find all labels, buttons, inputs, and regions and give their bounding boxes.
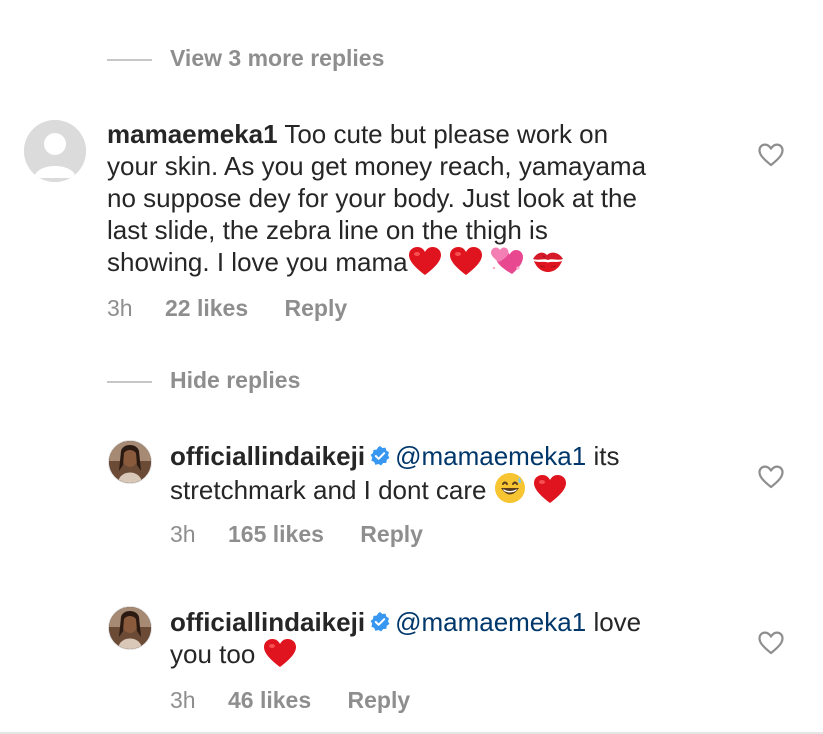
profile-photo-icon bbox=[109, 607, 151, 649]
reply-reply-button[interactable]: Reply bbox=[348, 687, 411, 713]
reply-likes-count[interactable]: 165 likes bbox=[228, 521, 324, 547]
comment-username[interactable]: mamaemeka1 bbox=[107, 119, 278, 149]
heart-emoji-icon bbox=[449, 246, 483, 283]
comment-text-line: last slide, the zebra line on the thigh … bbox=[107, 215, 548, 245]
reply-body: officiallindaikeji @mamaemeka1 love you … bbox=[170, 606, 730, 675]
reply-meta: 3h 165 likes Reply bbox=[170, 521, 423, 548]
reply-meta: 3h 46 likes Reply bbox=[170, 687, 410, 714]
avatar[interactable] bbox=[24, 120, 86, 182]
verified-badge-icon bbox=[369, 442, 391, 466]
comment-text-line: no suppose dey for your body. Just look … bbox=[107, 183, 637, 213]
reply-like-button[interactable] bbox=[758, 465, 784, 494]
reply-body: officiallindaikeji @mamaemeka1 its stret… bbox=[170, 440, 730, 511]
reply-reply-button[interactable]: Reply bbox=[360, 521, 423, 547]
view-more-replies-button[interactable]: View 3 more replies bbox=[170, 45, 384, 72]
hide-replies-button[interactable]: Hide replies bbox=[170, 367, 300, 394]
thread-divider-line bbox=[107, 381, 152, 383]
comment-reply-button[interactable]: Reply bbox=[285, 295, 348, 321]
reply-text-line: love bbox=[593, 607, 642, 637]
verified-badge-icon bbox=[369, 608, 391, 632]
avatar[interactable] bbox=[108, 606, 152, 650]
heart-emoji-icon bbox=[408, 246, 442, 283]
comment-text-line: your skin. As you get money reach, yamay… bbox=[107, 151, 647, 181]
reply-text-line: you too bbox=[170, 639, 256, 669]
reply-like-button[interactable] bbox=[758, 631, 784, 660]
profile-photo-icon bbox=[109, 441, 151, 483]
kiss-mark-emoji-icon bbox=[531, 246, 565, 283]
comment-likes-count[interactable]: 22 likes bbox=[165, 295, 248, 321]
reply-mention-link[interactable]: @mamaemeka1 bbox=[395, 607, 586, 637]
two-hearts-emoji-icon bbox=[490, 246, 524, 283]
heart-outline-icon bbox=[758, 143, 784, 167]
heart-emoji-icon bbox=[263, 638, 297, 675]
avatar[interactable] bbox=[108, 440, 152, 484]
comment-text-line: showing. I love you mama bbox=[107, 247, 408, 277]
comment-timestamp[interactable]: 3h bbox=[107, 295, 133, 321]
reply-text-line: its bbox=[593, 441, 620, 471]
heart-outline-icon bbox=[758, 631, 784, 655]
reply-text-line: stretchmark and I dont care bbox=[170, 475, 487, 505]
comment-like-button[interactable] bbox=[758, 143, 784, 172]
reply-mention-link[interactable]: @mamaemeka1 bbox=[395, 441, 586, 471]
comment-body: mamaemeka1 Too cute but please work on y… bbox=[107, 118, 727, 283]
reply-username[interactable]: officiallindaikeji bbox=[170, 607, 365, 637]
heart-outline-icon bbox=[758, 465, 784, 489]
comment-text-line: Too cute but please work on bbox=[284, 119, 609, 149]
grinning-sweat-emoji-icon bbox=[494, 472, 526, 511]
default-avatar-icon bbox=[24, 120, 86, 182]
reply-timestamp[interactable]: 3h bbox=[170, 521, 196, 547]
thread-divider-line bbox=[107, 59, 152, 61]
reply-username[interactable]: officiallindaikeji bbox=[170, 441, 365, 471]
reply-timestamp[interactable]: 3h bbox=[170, 687, 196, 713]
heart-emoji-icon bbox=[533, 474, 567, 511]
reply-likes-count[interactable]: 46 likes bbox=[228, 687, 311, 713]
comment-meta: 3h 22 likes Reply bbox=[107, 295, 347, 322]
